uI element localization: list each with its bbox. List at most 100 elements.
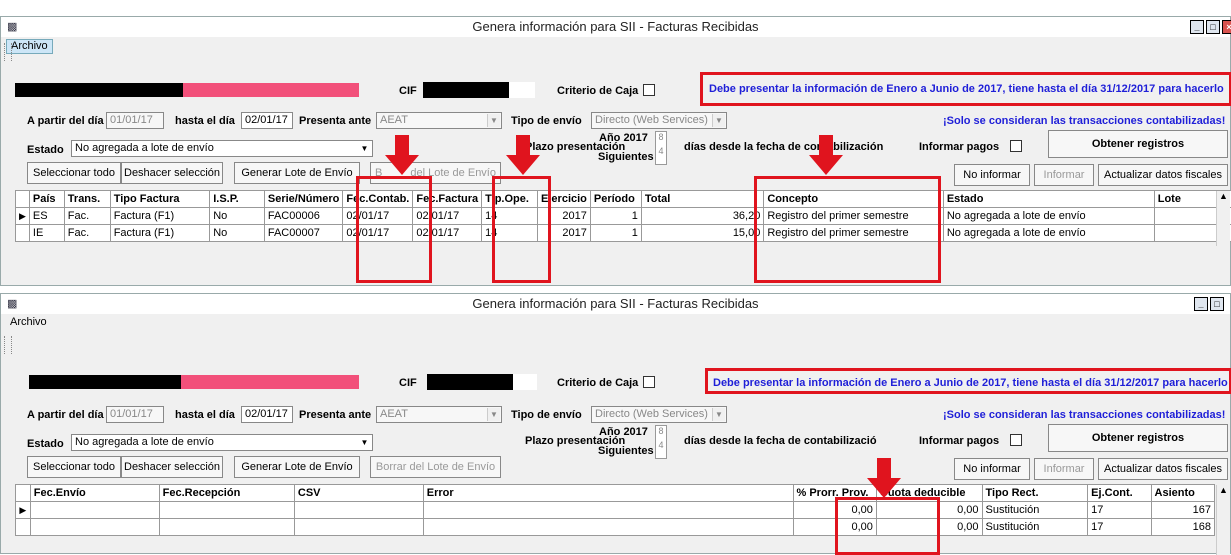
cif-field[interactable] bbox=[509, 82, 535, 98]
cell[interactable] bbox=[30, 502, 159, 519]
cell[interactable]: Factura (F1) bbox=[110, 208, 210, 225]
col-header[interactable]: Ej.Cont. bbox=[1088, 485, 1151, 502]
seleccionar-todo-button[interactable]: Seleccionar todo bbox=[27, 456, 121, 478]
borrar-lote-button[interactable]: Borrar del Lote de Envío bbox=[370, 456, 501, 478]
informar-button[interactable]: Informar bbox=[1034, 458, 1094, 480]
table-row[interactable]: ▶ 0,00 0,00 Sustitución 17 167 bbox=[16, 502, 1215, 519]
cell[interactable] bbox=[423, 519, 793, 536]
grid-scrollbar[interactable]: ▲ bbox=[1216, 191, 1230, 246]
cell[interactable] bbox=[159, 519, 294, 536]
menu-archivo[interactable]: Archivo bbox=[6, 316, 51, 331]
row-selector[interactable] bbox=[16, 519, 31, 536]
toolbar-grip[interactable] bbox=[4, 43, 12, 61]
informar-pagos-checkbox[interactable] bbox=[1010, 434, 1022, 446]
cif-field[interactable] bbox=[513, 374, 537, 390]
cell[interactable]: No agregada a lote de envío bbox=[943, 208, 1154, 225]
generar-lote-button[interactable]: Generar Lote de Envío bbox=[234, 162, 360, 184]
deshacer-seleccion-button[interactable]: Deshacer selección bbox=[121, 162, 223, 184]
cell[interactable] bbox=[159, 502, 294, 519]
tipo-envio-label: Tipo de envío bbox=[511, 115, 582, 127]
cell[interactable]: 167 bbox=[1151, 502, 1214, 519]
cell[interactable]: 1 bbox=[590, 208, 641, 225]
obtener-registros-button[interactable]: Obtener registros bbox=[1048, 424, 1228, 452]
presenta-select[interactable]: AEAT▼ bbox=[376, 112, 502, 129]
maximize-button[interactable]: □ bbox=[1210, 297, 1224, 311]
solo-notice: ¡Solo se consideran las transacciones co… bbox=[943, 115, 1225, 127]
informar-pagos-checkbox[interactable] bbox=[1010, 140, 1022, 152]
cell[interactable]: 17 bbox=[1088, 502, 1151, 519]
generar-lote-button[interactable]: Generar Lote de Envío bbox=[234, 456, 360, 478]
row-selector[interactable] bbox=[16, 225, 30, 242]
cell[interactable]: No bbox=[210, 208, 265, 225]
seleccionar-todo-button[interactable]: Seleccionar todo bbox=[27, 162, 121, 184]
cell[interactable]: IE bbox=[29, 225, 64, 242]
cell[interactable]: Fac. bbox=[64, 225, 110, 242]
cell[interactable]: Factura (F1) bbox=[110, 225, 210, 242]
col-header[interactable]: Total bbox=[641, 191, 764, 208]
cell[interactable]: FAC00006 bbox=[264, 208, 343, 225]
actualizar-datos-button[interactable]: Actualizar datos fiscales bbox=[1098, 164, 1228, 186]
actualizar-datos-button[interactable]: Actualizar datos fiscales bbox=[1098, 458, 1228, 480]
envio-grid[interactable]: Fec.Envío Fec.Recepción CSV Error % Pror… bbox=[15, 484, 1215, 536]
cell[interactable]: 17 bbox=[1088, 519, 1151, 536]
obtener-registros-button[interactable]: Obtener registros bbox=[1048, 130, 1228, 158]
estado-select[interactable]: No agregada a lote de envío▼ bbox=[71, 434, 373, 451]
col-header[interactable]: I.S.P. bbox=[210, 191, 265, 208]
toolbar-grip[interactable] bbox=[4, 336, 12, 354]
cell[interactable] bbox=[30, 519, 159, 536]
facturas-grid[interactable]: País Trans. Tipo Factura I.S.P. Serie/Nú… bbox=[15, 190, 1231, 242]
cell[interactable]: FAC00007 bbox=[264, 225, 343, 242]
plazo-stepper[interactable]: 84 bbox=[655, 131, 667, 165]
table-row[interactable]: 0,00 0,00 Sustitución 17 168 bbox=[16, 519, 1215, 536]
presenta-select[interactable]: AEAT▼ bbox=[376, 406, 502, 423]
informar-button[interactable]: Informar bbox=[1034, 164, 1094, 186]
no-informar-button[interactable]: No informar bbox=[954, 164, 1030, 186]
hasta-input[interactable]: 02/01/17 bbox=[241, 406, 293, 423]
minimize-button[interactable]: _ bbox=[1194, 297, 1208, 311]
cell[interactable]: No bbox=[210, 225, 265, 242]
col-header[interactable]: País bbox=[29, 191, 64, 208]
estado-select[interactable]: No agregada a lote de envío▼ bbox=[71, 140, 373, 157]
col-header[interactable]: Asiento bbox=[1151, 485, 1214, 502]
deshacer-seleccion-button[interactable]: Deshacer selección bbox=[121, 456, 223, 478]
col-header[interactable]: Error bbox=[423, 485, 793, 502]
col-header[interactable]: Fec.Recepción bbox=[159, 485, 294, 502]
grid-scrollbar[interactable]: ▲ bbox=[1216, 485, 1230, 555]
no-informar-button[interactable]: No informar bbox=[954, 458, 1030, 480]
cell[interactable] bbox=[294, 519, 423, 536]
cell[interactable] bbox=[294, 502, 423, 519]
cell[interactable]: 1 bbox=[590, 225, 641, 242]
criterio-caja-checkbox[interactable] bbox=[643, 376, 655, 388]
tipo-envio-select[interactable]: Directo (Web Services)▼ bbox=[591, 406, 727, 423]
col-header[interactable]: Trans. bbox=[64, 191, 110, 208]
col-header[interactable]: Tipo Rect. bbox=[982, 485, 1088, 502]
table-row[interactable]: IE Fac. Factura (F1) No FAC00007 02/01/1… bbox=[16, 225, 1231, 242]
cell[interactable]: ES bbox=[29, 208, 64, 225]
col-header[interactable]: Período bbox=[590, 191, 641, 208]
cell[interactable] bbox=[423, 502, 793, 519]
cell[interactable]: 168 bbox=[1151, 519, 1214, 536]
tipo-envio-select[interactable]: Directo (Web Services)▼ bbox=[591, 112, 727, 129]
col-header[interactable]: Estado bbox=[943, 191, 1154, 208]
cell[interactable]: No agregada a lote de envío bbox=[943, 225, 1154, 242]
window-title: Genera información para SII - Facturas R… bbox=[1, 19, 1230, 34]
cell[interactable]: Sustitución bbox=[982, 519, 1088, 536]
hasta-input[interactable]: 02/01/17 bbox=[241, 112, 293, 129]
plazo-stepper[interactable]: 84 bbox=[655, 425, 667, 459]
col-header[interactable]: Serie/Número bbox=[264, 191, 343, 208]
a-partir-input[interactable]: 01/01/17 bbox=[106, 406, 164, 423]
col-header[interactable]: CSV bbox=[294, 485, 423, 502]
table-row[interactable]: ▶ ES Fac. Factura (F1) No FAC00006 02/01… bbox=[16, 208, 1231, 225]
col-header[interactable]: Fec.Envío bbox=[30, 485, 159, 502]
cell[interactable]: 36,20 bbox=[641, 208, 764, 225]
a-partir-input[interactable]: 01/01/17 bbox=[106, 112, 164, 129]
cell[interactable]: 15,00 bbox=[641, 225, 764, 242]
criterio-caja-checkbox[interactable] bbox=[643, 84, 655, 96]
close-button[interactable]: × bbox=[1222, 20, 1231, 34]
col-header[interactable]: Tipo Factura bbox=[110, 191, 210, 208]
menu-archivo[interactable]: Archivo bbox=[6, 39, 53, 54]
maximize-button[interactable]: □ bbox=[1206, 20, 1220, 34]
minimize-button[interactable]: _ bbox=[1190, 20, 1204, 34]
cell[interactable]: Sustitución bbox=[982, 502, 1088, 519]
cell[interactable]: Fac. bbox=[64, 208, 110, 225]
